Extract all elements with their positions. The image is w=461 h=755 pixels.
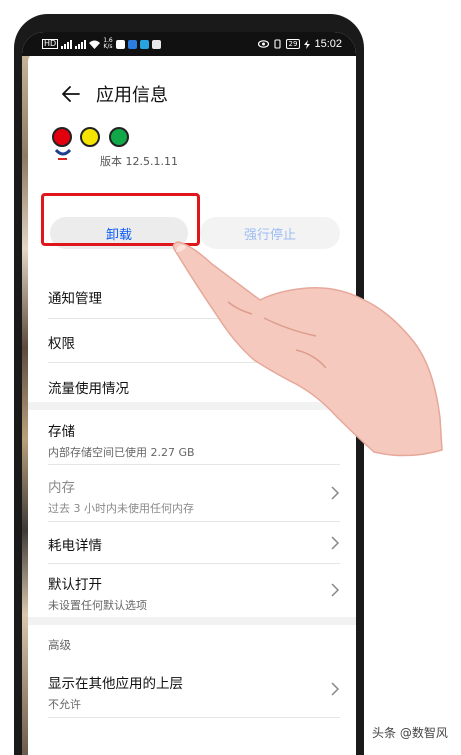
row-title: 耗电详情 bbox=[48, 538, 102, 554]
signal-icon bbox=[75, 39, 87, 49]
divider bbox=[48, 521, 340, 522]
chevron-right-icon bbox=[331, 486, 340, 500]
notification-icon bbox=[115, 39, 125, 49]
app-icon bbox=[54, 149, 72, 160]
row-title: 显示在其他应用的上层 bbox=[48, 676, 183, 692]
default-open-row[interactable]: 默认打开 未设置任何默认选项 bbox=[48, 573, 340, 613]
app-notification-icon bbox=[127, 39, 137, 49]
chevron-right-icon bbox=[331, 536, 340, 550]
signal-icon bbox=[61, 39, 73, 49]
battery-usage-row[interactable]: 耗电详情 bbox=[48, 534, 340, 554]
watermark: 头条 @数智风 bbox=[372, 726, 448, 740]
speed-unit: K/s bbox=[103, 43, 113, 50]
divider bbox=[48, 717, 340, 718]
network-speed: 1.6 K/s bbox=[103, 38, 113, 50]
version-label: 版本 12.5.1.11 bbox=[100, 155, 178, 168]
eye-comfort-icon bbox=[257, 40, 269, 48]
top-app-bar: 应用信息 bbox=[28, 72, 328, 116]
battery-icon: 29 bbox=[285, 39, 301, 49]
status-time: 15:02 bbox=[314, 38, 342, 50]
phone-side-button bbox=[358, 165, 364, 220]
wifi-icon bbox=[89, 40, 101, 49]
arrow-left-icon bbox=[62, 86, 80, 102]
app-icon-green-dot bbox=[109, 127, 129, 147]
status-left: HD 1.6 K/s bbox=[42, 38, 161, 50]
app-notification-icon bbox=[151, 39, 161, 49]
row-subtitle: 未设置任何默认选项 bbox=[48, 599, 147, 612]
status-right: 29 15:02 bbox=[257, 38, 342, 50]
row-title: 通知管理 bbox=[48, 291, 102, 307]
app-icon-yellow-dot bbox=[80, 127, 100, 147]
row-title: 内存 bbox=[48, 480, 75, 496]
network-label: HD bbox=[42, 39, 59, 49]
section-header-advanced: 高级 bbox=[48, 638, 71, 652]
display-over-apps-row[interactable]: 显示在其他应用的上层 不允许 bbox=[48, 672, 340, 712]
divider bbox=[48, 563, 340, 564]
app-notification-icon bbox=[139, 39, 149, 49]
app-icon-red-dot bbox=[52, 127, 72, 147]
memory-row[interactable]: 内存 过去 3 小时内未使用任何内存 bbox=[48, 476, 340, 516]
app-summary: 版本 12.5.1.11 bbox=[52, 127, 312, 197]
charging-icon bbox=[304, 39, 311, 49]
row-subtitle: 不允许 bbox=[48, 698, 81, 711]
page-title: 应用信息 bbox=[96, 85, 168, 106]
vibrate-icon bbox=[273, 39, 281, 49]
status-bar: HD 1.6 K/s 29 15:02 bbox=[22, 32, 356, 56]
row-subtitle: 过去 3 小时内未使用任何内存 bbox=[48, 502, 194, 515]
section-gap bbox=[28, 617, 356, 625]
row-title: 默认打开 bbox=[48, 577, 102, 593]
row-title: 权限 bbox=[48, 336, 75, 352]
chevron-right-icon bbox=[331, 682, 340, 696]
row-title: 流量使用情况 bbox=[48, 381, 129, 397]
chevron-right-icon bbox=[331, 583, 340, 597]
pointing-hand-icon bbox=[172, 241, 443, 457]
back-button[interactable] bbox=[54, 77, 88, 111]
